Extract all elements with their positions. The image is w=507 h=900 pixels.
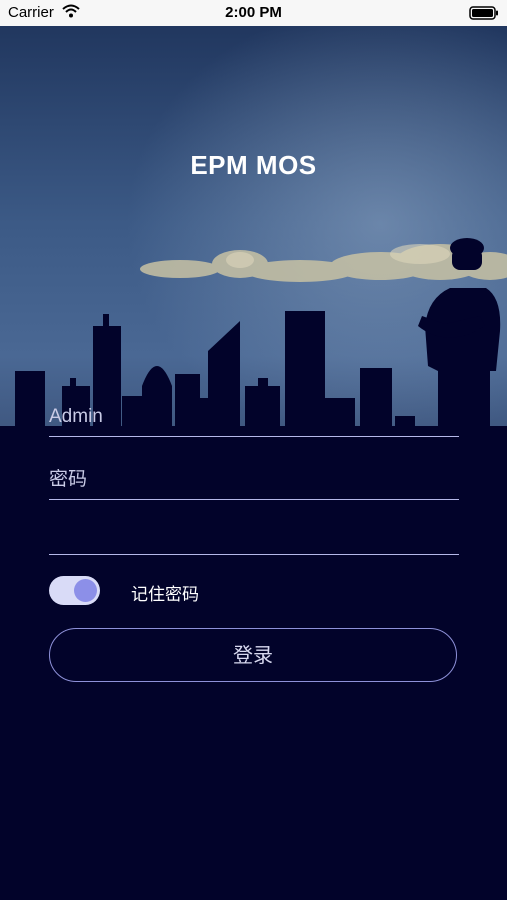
app-title: EPM MOS: [190, 150, 317, 180]
username-input[interactable]: [49, 406, 459, 428]
extra-input[interactable]: [49, 524, 459, 546]
login-button[interactable]: 登录: [49, 628, 457, 682]
password-input[interactable]: [49, 469, 459, 491]
remember-password-toggle[interactable]: [49, 576, 100, 605]
battery-icon: [469, 6, 499, 24]
remember-password-row: 记住密码: [49, 575, 349, 607]
status-bar: Carrier 2:00 PM: [0, 0, 507, 26]
password-field: [49, 455, 459, 500]
toggle-knob: [74, 579, 97, 602]
remember-password-label: 记住密码: [131, 585, 199, 604]
extra-field: [49, 510, 459, 555]
status-time: 2:00 PM: [225, 4, 282, 21]
username-field: [49, 392, 459, 437]
